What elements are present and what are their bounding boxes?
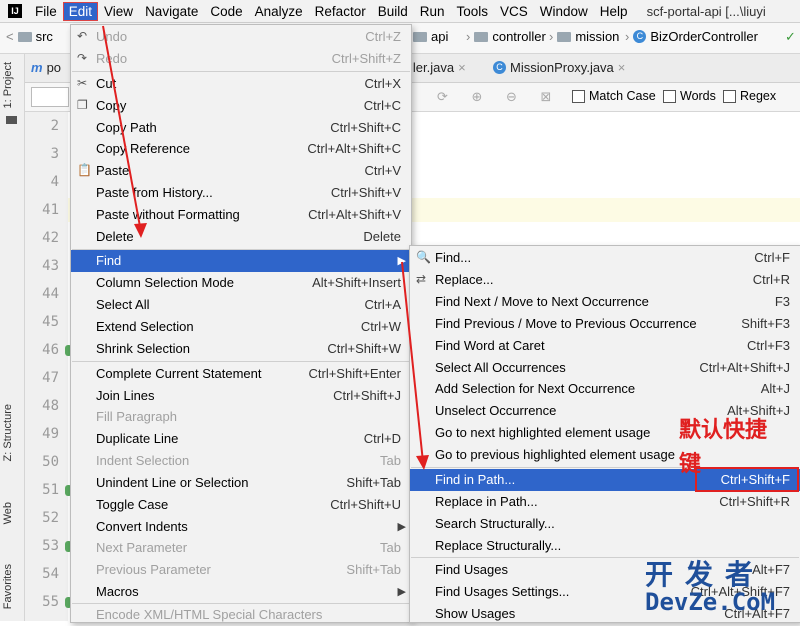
arrow-to-delete bbox=[102, 25, 142, 233]
arrow-to-find-in-path bbox=[401, 261, 424, 463]
annotation-arrows bbox=[102, 25, 429, 470]
watermark-en: DevZe.CoM bbox=[645, 588, 776, 616]
arrowhead-icon bbox=[134, 223, 147, 238]
arrowhead-icon bbox=[416, 455, 429, 470]
annotation-text: 默认快捷 bbox=[679, 417, 768, 442]
watermark-cn: 开发者 bbox=[645, 559, 766, 590]
shortcut-highlight-box bbox=[695, 467, 799, 492]
annotation-text: 键 bbox=[679, 451, 702, 476]
